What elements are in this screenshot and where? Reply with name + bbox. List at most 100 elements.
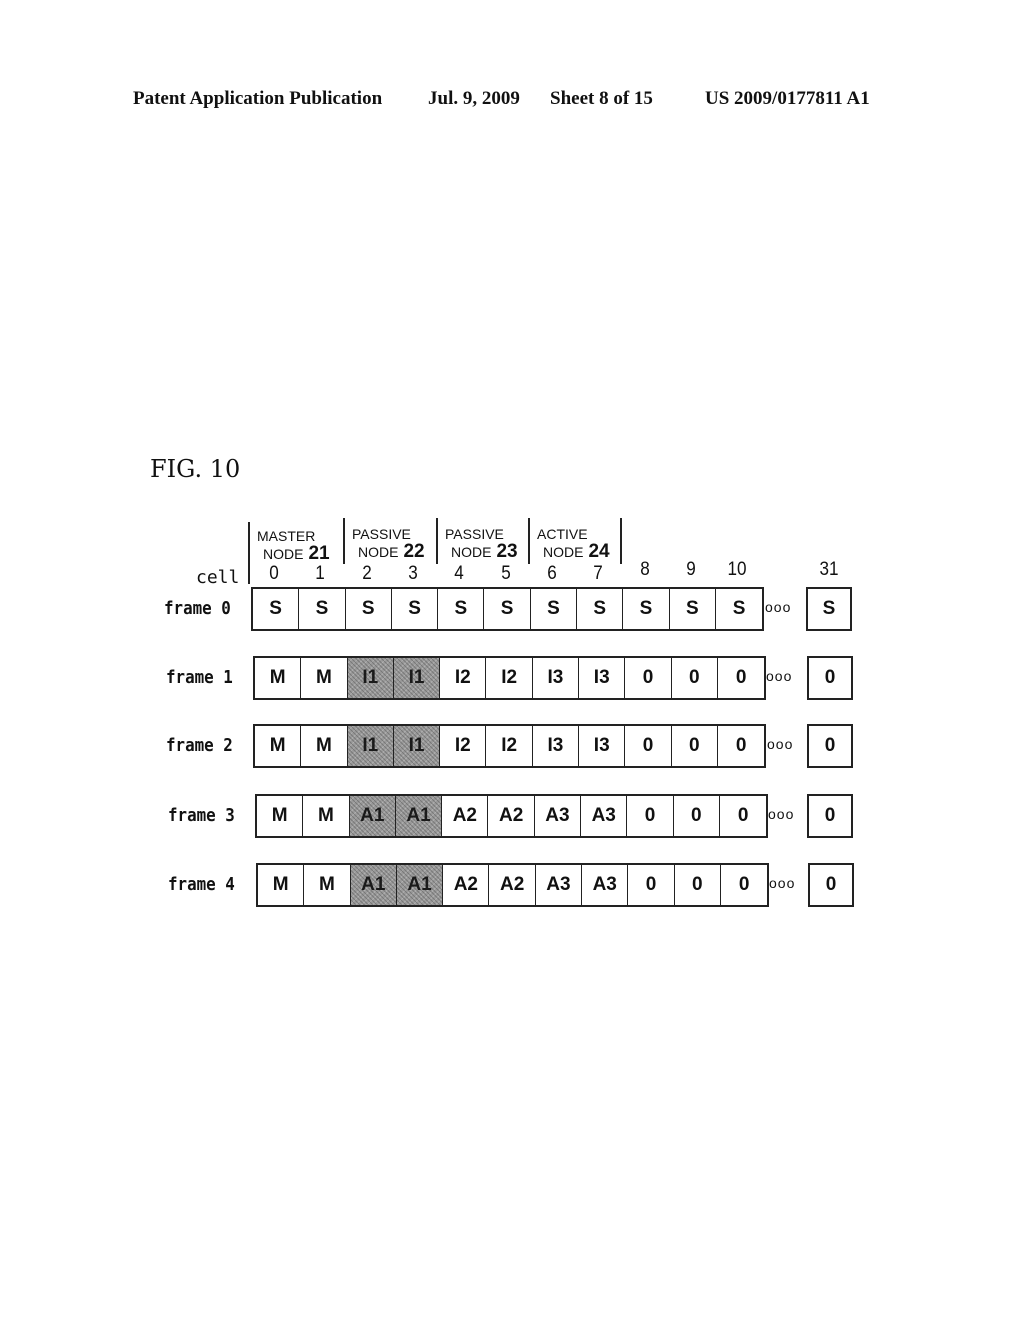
node-name: NODE 24 [537,541,610,562]
frame-row: SSSSSSSSSSS [251,587,765,631]
cell-index: 7 [593,563,604,584]
frame-cell: I2 [440,726,487,766]
frame-cell: 0 [625,726,672,766]
ellipsis-icon: ooo [768,806,795,822]
frame-cell: A3 [581,796,628,836]
frame-label: frame 0 [164,598,231,619]
node-label-24: ACTIVE NODE 24 [537,525,610,561]
node-role: PASSIVE [352,526,411,542]
node-separator [620,518,622,564]
node-role: ACTIVE [537,526,588,542]
cell-index-last: 31 [819,559,839,580]
cell-index: 10 [727,559,747,580]
frame-cell: M [301,658,348,698]
frame-cell: A1 [396,865,444,905]
frame-row: M M I1 I1 I2 I2 I3 I3 0 0 0 [253,724,767,768]
node-role: PASSIVE [445,526,504,542]
frame-cell: 0 [625,658,672,698]
frame-cell: I2 [486,726,533,766]
frame-cell: S [670,589,716,629]
node-label-22: PASSIVE NODE 22 [352,525,425,561]
frame-cell: A2 [488,796,535,836]
node-name: NODE 21 [257,543,330,564]
frame-cell: I3 [579,658,626,698]
frame-cell: 0 [674,796,720,836]
cell-index: 6 [547,563,557,584]
node-number: 24 [588,541,610,562]
frame-cell: I1 [347,726,394,766]
node-number: 22 [403,541,425,562]
frame-cell: A3 [535,796,582,836]
node-separator [436,518,438,564]
frame-cell: S [253,589,300,629]
node-word: NODE [543,544,584,560]
frame-cell: I1 [393,726,441,766]
frame-cell-last: 0 [807,794,853,838]
frame-label: frame 2 [166,735,233,756]
frame-cell: I3 [533,658,580,698]
node-word: NODE [263,546,304,562]
frame-cell: A3 [536,865,583,905]
cell-index: 0 [269,563,279,584]
ellipsis-icon: ooo [767,736,794,752]
frame-cell: I2 [486,658,533,698]
ellipsis-icon: ooo [769,875,796,891]
frame-cell: A1 [349,796,396,836]
frame-cell: S [732,598,746,619]
frame-cell: S [531,589,578,629]
frame-cell: 0 [735,735,747,756]
node-number: 21 [308,543,330,564]
frame-cell: A1 [395,796,443,836]
frame-cell: I1 [393,658,441,698]
frame-cell: S [623,589,670,629]
frame-cell: I3 [579,726,626,766]
cell-index: 3 [408,563,418,584]
cell-index: 5 [500,563,511,584]
frame-cell: A1 [350,865,397,905]
cell-index: 1 [315,563,326,584]
frame-cell: S [346,589,392,629]
cell-index: 8 [639,559,650,580]
frame-cell: A3 [582,865,629,905]
frame-cell: S [484,589,531,629]
frame-cell-last: S [806,587,852,631]
frame-cell: 0 [672,658,718,698]
frame-cell: 0 [737,805,749,826]
node-name: NODE 22 [352,541,425,562]
frame-cell: 0 [672,726,718,766]
frame-cell: A2 [443,865,490,905]
frame-cell: S [392,589,439,629]
frame-label: frame 1 [166,667,233,688]
frame-label: frame 4 [168,874,235,895]
frame-cell: S [577,589,624,629]
node-separator [248,522,250,584]
frame-cell: 0 [738,874,750,895]
frame-cell-last: 0 [807,724,853,768]
cell-index: 4 [454,563,465,584]
frame-cell: S [438,589,485,629]
frame-row: M M A1 A1 A2 A2 A3 A3 0 0 0 [256,863,770,907]
frame-cell-diagram: cell MASTER NODE 21 PASSIVE NODE 22 PASSIVE NOD… [0,0,1024,1320]
frame-cell: 0 [735,667,747,688]
frame-cell: M [303,796,350,836]
frame-label: frame 3 [168,805,235,826]
ellipsis-icon: ooo [765,599,792,615]
cell-index: 2 [361,563,372,584]
node-word: NODE [358,544,399,560]
frame-cell: 0 [675,865,721,905]
node-label-21: MASTER NODE 21 [257,527,330,563]
frame-cell: A2 [489,865,536,905]
cell-axis-label: cell [196,567,240,588]
node-name: NODE 23 [445,541,518,562]
node-label-23: PASSIVE NODE 23 [445,525,518,561]
frame-cell: A2 [442,796,489,836]
frame-cell: M [255,726,302,766]
node-word: NODE [451,544,492,560]
frame-row: M M A1 A1 A2 A2 A3 A3 0 0 0 [255,794,769,838]
frame-cell: 0 [627,796,674,836]
frame-cell: 0 [628,865,675,905]
frame-cell: M [255,658,302,698]
node-number: 23 [496,541,518,562]
cell-index: 9 [686,559,696,580]
ellipsis-icon: ooo [766,668,793,684]
